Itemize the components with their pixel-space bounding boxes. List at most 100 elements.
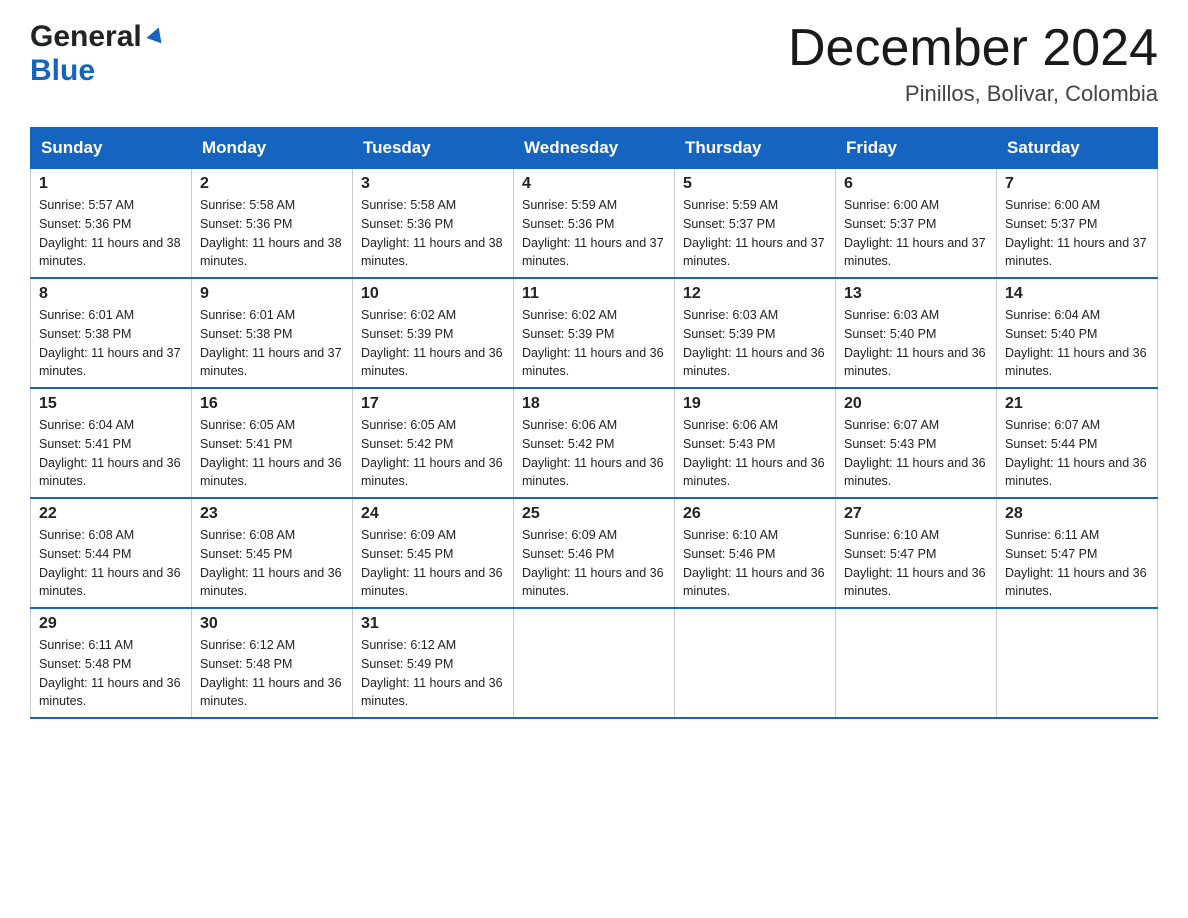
calendar-day-cell: 23 Sunrise: 6:08 AM Sunset: 5:45 PM Dayl… <box>192 498 353 608</box>
page-header: General Blue December 2024 Pinillos, Bol… <box>30 20 1158 107</box>
calendar-day-cell <box>514 608 675 718</box>
calendar-header-friday: Friday <box>836 128 997 169</box>
day-number: 17 <box>361 395 505 413</box>
calendar-day-cell: 17 Sunrise: 6:05 AM Sunset: 5:42 PM Dayl… <box>353 388 514 498</box>
logo: General Blue <box>30 20 166 88</box>
calendar-day-cell <box>836 608 997 718</box>
calendar-header-saturday: Saturday <box>997 128 1158 169</box>
day-number: 27 <box>844 505 988 523</box>
calendar-day-cell: 14 Sunrise: 6:04 AM Sunset: 5:40 PM Dayl… <box>997 278 1158 388</box>
calendar-day-cell: 30 Sunrise: 6:12 AM Sunset: 5:48 PM Dayl… <box>192 608 353 718</box>
day-number: 6 <box>844 175 988 193</box>
calendar-day-cell: 31 Sunrise: 6:12 AM Sunset: 5:49 PM Dayl… <box>353 608 514 718</box>
day-info: Sunrise: 6:05 AM Sunset: 5:41 PM Dayligh… <box>200 416 344 491</box>
calendar-week-row: 1 Sunrise: 5:57 AM Sunset: 5:36 PM Dayli… <box>31 169 1158 279</box>
day-info: Sunrise: 6:04 AM Sunset: 5:40 PM Dayligh… <box>1005 306 1149 381</box>
day-number: 9 <box>200 285 344 303</box>
calendar-day-cell: 11 Sunrise: 6:02 AM Sunset: 5:39 PM Dayl… <box>514 278 675 388</box>
calendar-day-cell: 21 Sunrise: 6:07 AM Sunset: 5:44 PM Dayl… <box>997 388 1158 498</box>
day-info: Sunrise: 6:03 AM Sunset: 5:39 PM Dayligh… <box>683 306 827 381</box>
calendar-week-row: 8 Sunrise: 6:01 AM Sunset: 5:38 PM Dayli… <box>31 278 1158 388</box>
calendar-day-cell: 22 Sunrise: 6:08 AM Sunset: 5:44 PM Dayl… <box>31 498 192 608</box>
day-info: Sunrise: 6:10 AM Sunset: 5:47 PM Dayligh… <box>844 526 988 601</box>
calendar-header-sunday: Sunday <box>31 128 192 169</box>
day-info: Sunrise: 5:58 AM Sunset: 5:36 PM Dayligh… <box>200 196 344 271</box>
calendar-week-row: 29 Sunrise: 6:11 AM Sunset: 5:48 PM Dayl… <box>31 608 1158 718</box>
day-number: 20 <box>844 395 988 413</box>
day-info: Sunrise: 6:00 AM Sunset: 5:37 PM Dayligh… <box>844 196 988 271</box>
calendar-day-cell <box>675 608 836 718</box>
day-number: 1 <box>39 175 183 193</box>
day-number: 14 <box>1005 285 1149 303</box>
calendar-day-cell: 9 Sunrise: 6:01 AM Sunset: 5:38 PM Dayli… <box>192 278 353 388</box>
day-info: Sunrise: 6:12 AM Sunset: 5:48 PM Dayligh… <box>200 636 344 711</box>
calendar-day-cell: 15 Sunrise: 6:04 AM Sunset: 5:41 PM Dayl… <box>31 388 192 498</box>
day-number: 8 <box>39 285 183 303</box>
day-info: Sunrise: 6:11 AM Sunset: 5:47 PM Dayligh… <box>1005 526 1149 601</box>
calendar-day-cell: 18 Sunrise: 6:06 AM Sunset: 5:42 PM Dayl… <box>514 388 675 498</box>
day-info: Sunrise: 6:11 AM Sunset: 5:48 PM Dayligh… <box>39 636 183 711</box>
calendar-day-cell: 13 Sunrise: 6:03 AM Sunset: 5:40 PM Dayl… <box>836 278 997 388</box>
logo-triangle-icon <box>146 25 166 50</box>
calendar-week-row: 22 Sunrise: 6:08 AM Sunset: 5:44 PM Dayl… <box>31 498 1158 608</box>
day-info: Sunrise: 6:01 AM Sunset: 5:38 PM Dayligh… <box>39 306 183 381</box>
calendar-day-cell: 16 Sunrise: 6:05 AM Sunset: 5:41 PM Dayl… <box>192 388 353 498</box>
day-number: 31 <box>361 615 505 633</box>
day-number: 28 <box>1005 505 1149 523</box>
calendar-day-cell: 20 Sunrise: 6:07 AM Sunset: 5:43 PM Dayl… <box>836 388 997 498</box>
day-number: 21 <box>1005 395 1149 413</box>
day-info: Sunrise: 6:07 AM Sunset: 5:44 PM Dayligh… <box>1005 416 1149 491</box>
calendar-header-wednesday: Wednesday <box>514 128 675 169</box>
day-number: 26 <box>683 505 827 523</box>
logo-blue-text: Blue <box>30 54 95 87</box>
day-info: Sunrise: 6:09 AM Sunset: 5:45 PM Dayligh… <box>361 526 505 601</box>
day-number: 22 <box>39 505 183 523</box>
calendar-day-cell: 19 Sunrise: 6:06 AM Sunset: 5:43 PM Dayl… <box>675 388 836 498</box>
day-number: 4 <box>522 175 666 193</box>
calendar-day-cell: 4 Sunrise: 5:59 AM Sunset: 5:36 PM Dayli… <box>514 169 675 279</box>
day-number: 24 <box>361 505 505 523</box>
day-number: 5 <box>683 175 827 193</box>
day-info: Sunrise: 5:59 AM Sunset: 5:37 PM Dayligh… <box>683 196 827 271</box>
day-number: 7 <box>1005 175 1149 193</box>
day-number: 3 <box>361 175 505 193</box>
calendar-day-cell: 7 Sunrise: 6:00 AM Sunset: 5:37 PM Dayli… <box>997 169 1158 279</box>
day-info: Sunrise: 6:00 AM Sunset: 5:37 PM Dayligh… <box>1005 196 1149 271</box>
calendar-day-cell: 12 Sunrise: 6:03 AM Sunset: 5:39 PM Dayl… <box>675 278 836 388</box>
calendar-day-cell: 25 Sunrise: 6:09 AM Sunset: 5:46 PM Dayl… <box>514 498 675 608</box>
calendar-day-cell: 8 Sunrise: 6:01 AM Sunset: 5:38 PM Dayli… <box>31 278 192 388</box>
calendar-day-cell: 28 Sunrise: 6:11 AM Sunset: 5:47 PM Dayl… <box>997 498 1158 608</box>
day-number: 29 <box>39 615 183 633</box>
day-info: Sunrise: 6:08 AM Sunset: 5:44 PM Dayligh… <box>39 526 183 601</box>
day-number: 12 <box>683 285 827 303</box>
day-number: 13 <box>844 285 988 303</box>
calendar-header-monday: Monday <box>192 128 353 169</box>
location-subtitle: Pinillos, Bolivar, Colombia <box>788 81 1158 107</box>
day-info: Sunrise: 6:01 AM Sunset: 5:38 PM Dayligh… <box>200 306 344 381</box>
day-info: Sunrise: 6:10 AM Sunset: 5:46 PM Dayligh… <box>683 526 827 601</box>
day-info: Sunrise: 6:02 AM Sunset: 5:39 PM Dayligh… <box>522 306 666 381</box>
calendar-day-cell: 1 Sunrise: 5:57 AM Sunset: 5:36 PM Dayli… <box>31 169 192 279</box>
calendar-day-cell: 27 Sunrise: 6:10 AM Sunset: 5:47 PM Dayl… <box>836 498 997 608</box>
day-info: Sunrise: 6:04 AM Sunset: 5:41 PM Dayligh… <box>39 416 183 491</box>
day-info: Sunrise: 6:03 AM Sunset: 5:40 PM Dayligh… <box>844 306 988 381</box>
day-info: Sunrise: 5:59 AM Sunset: 5:36 PM Dayligh… <box>522 196 666 271</box>
calendar-day-cell: 26 Sunrise: 6:10 AM Sunset: 5:46 PM Dayl… <box>675 498 836 608</box>
calendar-day-cell: 29 Sunrise: 6:11 AM Sunset: 5:48 PM Dayl… <box>31 608 192 718</box>
day-info: Sunrise: 6:07 AM Sunset: 5:43 PM Dayligh… <box>844 416 988 491</box>
day-info: Sunrise: 6:12 AM Sunset: 5:49 PM Dayligh… <box>361 636 505 711</box>
calendar-day-cell: 24 Sunrise: 6:09 AM Sunset: 5:45 PM Dayl… <box>353 498 514 608</box>
day-info: Sunrise: 6:08 AM Sunset: 5:45 PM Dayligh… <box>200 526 344 601</box>
calendar-day-cell: 10 Sunrise: 6:02 AM Sunset: 5:39 PM Dayl… <box>353 278 514 388</box>
day-info: Sunrise: 6:05 AM Sunset: 5:42 PM Dayligh… <box>361 416 505 491</box>
day-number: 25 <box>522 505 666 523</box>
day-info: Sunrise: 6:09 AM Sunset: 5:46 PM Dayligh… <box>522 526 666 601</box>
calendar-day-cell: 5 Sunrise: 5:59 AM Sunset: 5:37 PM Dayli… <box>675 169 836 279</box>
title-block: December 2024 Pinillos, Bolivar, Colombi… <box>788 20 1158 107</box>
calendar-day-cell: 3 Sunrise: 5:58 AM Sunset: 5:36 PM Dayli… <box>353 169 514 279</box>
logo-general-text: General <box>30 20 142 54</box>
day-info: Sunrise: 5:57 AM Sunset: 5:36 PM Dayligh… <box>39 196 183 271</box>
calendar-header-thursday: Thursday <box>675 128 836 169</box>
calendar-day-cell <box>997 608 1158 718</box>
day-number: 2 <box>200 175 344 193</box>
